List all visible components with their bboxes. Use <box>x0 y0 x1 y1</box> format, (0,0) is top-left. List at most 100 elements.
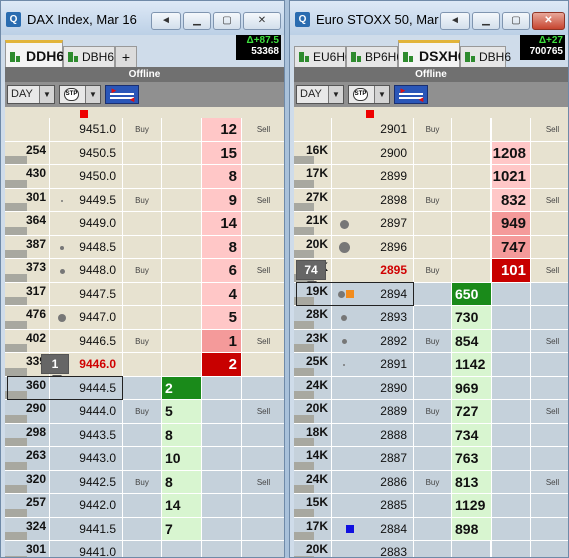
bid-cell[interactable]: 813 <box>452 470 492 493</box>
bid-cell[interactable] <box>162 165 202 188</box>
sell-cell[interactable]: Sell <box>242 259 284 282</box>
sell-cell[interactable]: Sell <box>531 118 568 141</box>
ladder-row[interactable]: 28K 2893 730 <box>294 306 568 330</box>
title-bar[interactable]: Q DAX Index, Mar 16 ◄ ▁ ▢ ✕ <box>1 1 284 35</box>
sell-cell[interactable] <box>531 165 568 188</box>
ladder-row[interactable]: 339 9446.0 2 1 <box>5 353 284 381</box>
ask-cell[interactable] <box>492 494 531 517</box>
sell-cell[interactable]: Sell <box>531 400 568 423</box>
buy-cell[interactable]: Buy <box>123 118 162 141</box>
sell-cell[interactable] <box>531 541 568 557</box>
sell-cell[interactable]: Sell <box>242 471 284 494</box>
sell-cell[interactable] <box>242 353 284 376</box>
ladder-row[interactable]: 19K 2894 650 <box>294 281 568 306</box>
sell-cell[interactable] <box>531 447 568 470</box>
ladder-row[interactable]: 301 9449.5 Buy 9 Sell <box>5 188 284 212</box>
ask-cell[interactable]: 1 <box>202 329 242 352</box>
ladder-row[interactable]: 301 9441.0 <box>5 541 284 557</box>
ask-cell[interactable]: 1021 <box>492 165 531 188</box>
price-cell[interactable]: 9451.0 <box>50 118 123 141</box>
stp-select[interactable]: STP ▼ <box>348 85 390 104</box>
bid-cell[interactable] <box>162 541 202 557</box>
minimize-icon[interactable]: ▁ <box>472 12 500 30</box>
ask-cell[interactable] <box>202 517 242 540</box>
bid-cell[interactable] <box>452 235 492 258</box>
price-cell[interactable]: 2886 <box>332 470 414 493</box>
ask-cell[interactable]: 747 <box>492 235 531 258</box>
day-select[interactable]: DAY ▼ <box>296 85 344 104</box>
sell-cell[interactable] <box>242 283 284 306</box>
price-cell[interactable]: 2887 <box>332 447 414 470</box>
pin-icon[interactable]: ◄ <box>440 12 470 30</box>
ladder-row[interactable]: 476 9447.0 5 <box>5 306 284 330</box>
buy-cell[interactable] <box>123 212 162 235</box>
buy-cell[interactable] <box>123 517 162 540</box>
sell-cell[interactable]: Sell <box>531 330 568 353</box>
ask-cell[interactable]: 6 <box>202 259 242 282</box>
bid-cell[interactable]: 650 <box>452 282 492 305</box>
ask-cell[interactable] <box>492 282 531 305</box>
bid-cell[interactable]: 8 <box>162 423 202 446</box>
ask-cell[interactable] <box>492 118 531 141</box>
ask-cell[interactable] <box>202 423 242 446</box>
buy-cell[interactable] <box>123 423 162 446</box>
ask-cell[interactable]: 8 <box>202 235 242 258</box>
bid-cell[interactable] <box>162 141 202 164</box>
sell-cell[interactable] <box>242 377 284 400</box>
bid-cell[interactable] <box>162 235 202 258</box>
bid-cell[interactable] <box>452 259 492 282</box>
ask-cell[interactable] <box>202 447 242 470</box>
sell-cell[interactable] <box>531 494 568 517</box>
ladder-row[interactable]: 290 9444.0 Buy 5 Sell <box>5 400 284 424</box>
ask-cell[interactable] <box>492 329 531 352</box>
sell-cell[interactable]: Sell <box>531 189 568 212</box>
bid-cell[interactable] <box>162 188 202 211</box>
ask-cell[interactable] <box>202 470 242 493</box>
bid-cell[interactable] <box>162 212 202 235</box>
buy-cell[interactable]: Buy <box>123 188 162 211</box>
sell-cell[interactable] <box>242 424 284 447</box>
ask-cell[interactable]: 949 <box>492 212 531 235</box>
buy-cell[interactable] <box>123 141 162 164</box>
buy-cell[interactable]: Buy <box>414 118 452 141</box>
ask-cell[interactable]: 15 <box>202 141 242 164</box>
sell-cell[interactable] <box>242 165 284 188</box>
ask-cell[interactable] <box>492 447 531 470</box>
ask-cell[interactable] <box>202 400 242 423</box>
price-cell[interactable]: 9441.5 <box>50 517 123 540</box>
ladder-row[interactable]: 14K 2887 763 <box>294 447 568 471</box>
ask-cell[interactable]: 1208 <box>492 141 531 164</box>
stp-select[interactable]: STP ▼ <box>59 85 101 104</box>
ladder-row[interactable]: 15K 2885 1129 <box>294 494 568 518</box>
bid-cell[interactable]: 10 <box>162 447 202 470</box>
ladder-row[interactable]: 317 9447.5 4 <box>5 282 284 306</box>
day-select[interactable]: DAY ▼ <box>7 85 55 104</box>
sell-cell[interactable] <box>242 494 284 517</box>
buy-cell[interactable]: Buy <box>123 259 162 282</box>
ask-cell[interactable] <box>202 541 242 557</box>
sell-cell[interactable] <box>531 306 568 329</box>
buy-cell[interactable]: Buy <box>414 470 452 493</box>
tab-bp6h6[interactable]: BP6H6 <box>346 46 403 67</box>
ask-cell[interactable] <box>492 517 531 540</box>
bid-cell[interactable] <box>162 306 202 329</box>
sell-cell[interactable] <box>242 142 284 165</box>
ladder-row[interactable]: 25K 2891 1142 <box>294 353 568 377</box>
price-cell[interactable]: 2884 <box>332 517 414 540</box>
bid-cell[interactable]: 14 <box>162 494 202 517</box>
buy-cell[interactable] <box>123 447 162 470</box>
ladder-row[interactable]: 360 9444.5 2 <box>5 375 284 400</box>
ladder-row[interactable]: 23K 2892 Buy 854 Sell <box>294 329 568 353</box>
ask-cell[interactable] <box>202 376 242 399</box>
ladder-row[interactable]: 20K 2883 <box>294 541 568 557</box>
add-tab-button[interactable]: + <box>115 46 137 67</box>
ladder-row[interactable]: 298 9443.5 8 <box>5 423 284 447</box>
ask-cell[interactable] <box>492 306 531 329</box>
ask-cell[interactable] <box>492 400 531 423</box>
price-cell[interactable]: 9447.5 <box>50 282 123 305</box>
buy-cell[interactable] <box>414 353 452 376</box>
sell-cell[interactable]: Sell <box>242 400 284 423</box>
ask-cell[interactable] <box>492 470 531 493</box>
price-cell[interactable]: 9442.0 <box>50 494 123 517</box>
ladder-row[interactable]: 17K 2899 1021 <box>294 165 568 189</box>
